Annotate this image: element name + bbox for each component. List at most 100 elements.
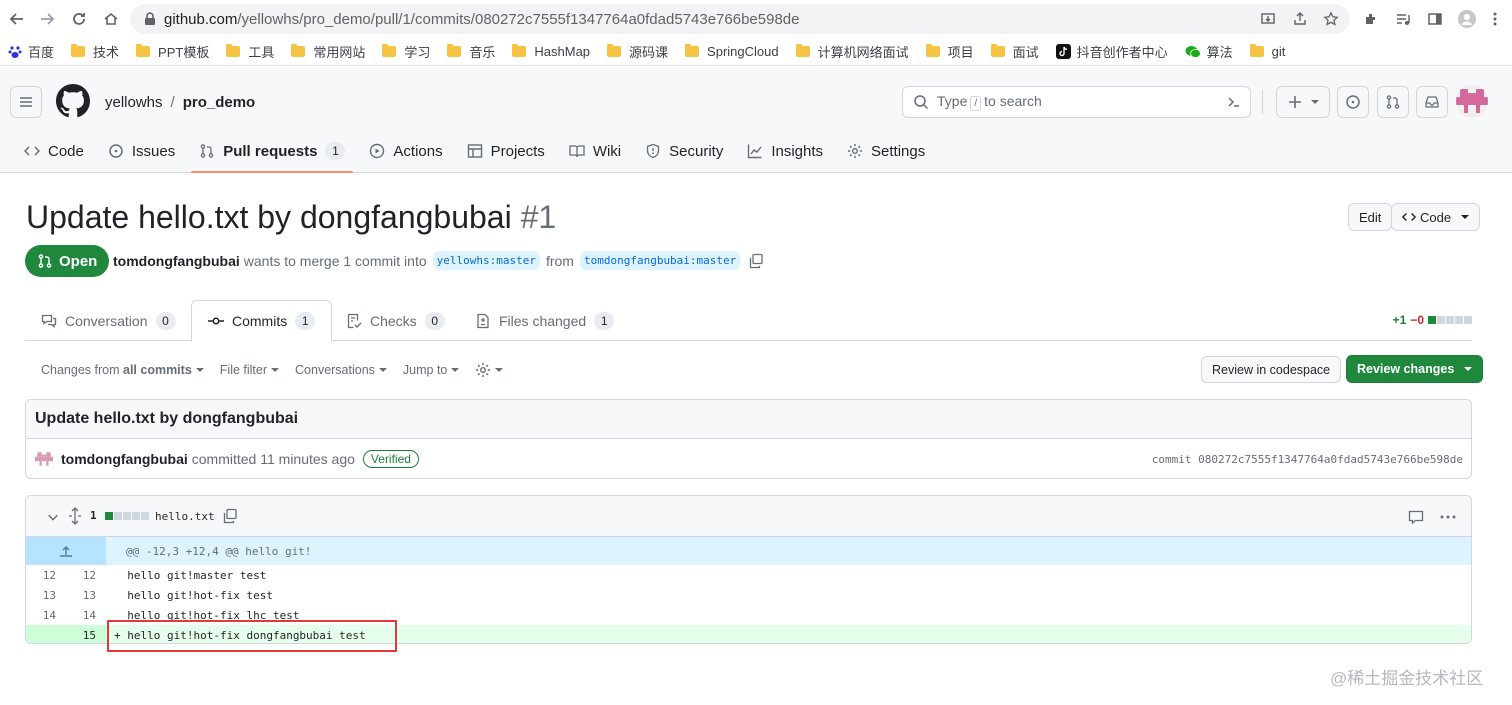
unfold-icon[interactable] <box>67 507 83 525</box>
inbox-button[interactable] <box>1416 86 1448 118</box>
conversations-dropdown[interactable]: Conversations <box>295 363 387 377</box>
issues-button[interactable] <box>1337 86 1369 118</box>
bookmark-folder[interactable]: 学习 <box>382 42 430 61</box>
tab-commits[interactable]: Commits 1 <box>191 300 333 342</box>
command-palette-icon[interactable] <box>1226 94 1242 110</box>
tab-label: Projects <box>490 142 545 160</box>
diff-line: 14 14 hello git!hot-fix lhc test <box>26 605 1471 625</box>
kebab-horizontal-icon[interactable] <box>1439 509 1457 525</box>
copy-icon[interactable] <box>222 508 238 524</box>
head-branch-link[interactable]: tomdongfangbubai:master <box>579 251 741 270</box>
tab-label: Insights <box>771 142 824 160</box>
search-input[interactable]: Type / to search <box>902 86 1251 118</box>
breadcrumb-separator: / <box>170 94 175 111</box>
bookmark-folder[interactable]: PPT模板 <box>136 42 209 61</box>
repo-name-link[interactable]: pro_demo <box>183 94 256 111</box>
review-in-codespace-button[interactable]: Review in codespace <box>1201 356 1342 383</box>
hamburger-menu-button[interactable] <box>10 86 42 118</box>
folder-icon <box>685 44 700 57</box>
bookmark-label: 工具 <box>248 45 275 60</box>
commit-author-link[interactable]: tomdongfangbubai <box>61 451 188 467</box>
tab-pull-requests[interactable]: Pull requests 1 <box>191 131 354 173</box>
chevron-down-icon[interactable] <box>46 510 60 524</box>
bookmark-algorithm[interactable]: 算法 <box>1185 42 1233 61</box>
pr-author-link[interactable]: tomdongfangbubai <box>113 253 240 269</box>
tab-wiki[interactable]: Wiki <box>561 131 629 171</box>
menu-dots-icon[interactable] <box>1484 8 1506 30</box>
diff-toolbar: Changes from all commits File filter Con… <box>41 362 519 378</box>
tab-security[interactable]: Security <box>637 131 731 171</box>
install-icon[interactable] <box>1257 8 1279 30</box>
bookmark-folder[interactable]: 计算机网络面试 <box>795 42 909 61</box>
code-icon <box>24 143 40 159</box>
code-dropdown-button[interactable]: Code <box>1391 203 1481 231</box>
old-line-number[interactable]: 12 <box>26 565 66 585</box>
tab-projects[interactable]: Projects <box>459 131 553 171</box>
media-icon[interactable] <box>1392 8 1414 30</box>
bookmark-folder[interactable]: 技术 <box>71 42 119 61</box>
diff-settings-dropdown[interactable] <box>475 362 504 378</box>
base-branch-link[interactable]: yellowhs:master <box>432 251 540 270</box>
old-line-number[interactable] <box>26 625 66 643</box>
bookmark-douyin[interactable]: 抖音创作者中心 <box>1055 42 1168 61</box>
tab-conversation[interactable]: Conversation 0 <box>25 300 192 341</box>
extensions-icon[interactable] <box>1360 8 1382 30</box>
star-icon[interactable] <box>1320 8 1342 30</box>
tab-issues[interactable]: Issues <box>100 131 183 171</box>
tab-checks[interactable]: Checks 0 <box>330 300 461 341</box>
bookmark-folder[interactable]: HashMap <box>512 44 590 59</box>
changes-from-dropdown[interactable]: Changes from all commits <box>41 363 204 377</box>
side-panel-icon[interactable] <box>1424 8 1446 30</box>
user-avatar[interactable] <box>1456 85 1488 117</box>
new-line-number[interactable]: 13 <box>66 585 106 605</box>
copy-icon[interactable] <box>748 253 764 269</box>
new-line-number[interactable]: 15 <box>66 625 106 643</box>
old-line-number[interactable]: 13 <box>26 585 66 605</box>
review-changes-label: Review changes <box>1357 362 1455 376</box>
tab-settings[interactable]: Settings <box>839 131 933 171</box>
diff-table: @@ -12,3 +12,4 @@ hello git! 12 12 hello… <box>26 537 1471 643</box>
diffstat: +1 −0 <box>1393 313 1472 327</box>
bookmark-folder[interactable]: 源码课 <box>607 42 668 61</box>
diff-line-text: hello git!master test <box>127 568 267 582</box>
bookmark-folder[interactable]: git <box>1249 44 1285 59</box>
comment-icon[interactable] <box>1408 509 1424 525</box>
bookmark-baidu[interactable]: 百度 <box>8 42 54 61</box>
bookmark-folder[interactable]: 面试 <box>990 42 1039 61</box>
tab-code[interactable]: Code <box>16 131 92 171</box>
file-name-link[interactable]: hello.txt <box>155 510 215 523</box>
bookmark-folder[interactable]: 常用网站 <box>291 42 365 61</box>
create-new-button[interactable] <box>1276 86 1330 118</box>
tab-files-changed[interactable]: Files changed 1 <box>459 300 630 341</box>
profile-icon[interactable] <box>1456 8 1478 30</box>
table-icon <box>467 143 483 159</box>
breadcrumb: yellowhs / pro_demo <box>105 94 255 111</box>
forward-icon[interactable] <box>36 8 58 30</box>
bookmark-folder[interactable]: 音乐 <box>447 42 495 61</box>
pull-requests-button[interactable] <box>1377 86 1409 118</box>
url-field[interactable]: github.com/yellowhs/pro_demo/pull/1/comm… <box>130 4 1350 34</box>
file-filter-dropdown[interactable]: File filter <box>220 363 280 377</box>
new-line-number[interactable]: 12 <box>66 565 106 585</box>
back-icon[interactable] <box>6 8 28 30</box>
new-line-number[interactable]: 14 <box>66 605 106 625</box>
bookmarks-bar: 百度 技术 PPT模板 工具 常用网站 学习 音乐 HashMap 源码课 Sp… <box>0 38 1512 66</box>
commit-sha[interactable]: commit 080272c7555f1347764a0fdad5743e766… <box>1152 453 1463 466</box>
tab-insights[interactable]: Insights <box>739 131 831 171</box>
bookmark-folder[interactable]: 工具 <box>226 42 274 61</box>
home-icon[interactable] <box>100 8 122 30</box>
reload-icon[interactable] <box>68 8 90 30</box>
github-logo-icon[interactable] <box>56 84 90 118</box>
jump-to-dropdown[interactable]: Jump to <box>403 363 460 377</box>
repo-owner-link[interactable]: yellowhs <box>105 94 163 111</box>
expand-up-icon[interactable] <box>26 537 106 565</box>
share-icon[interactable] <box>1289 8 1311 30</box>
bookmark-folder[interactable]: 项目 <box>925 42 974 61</box>
author-avatar[interactable] <box>35 450 53 468</box>
tab-actions[interactable]: Actions <box>361 131 450 171</box>
review-changes-button[interactable]: Review changes <box>1346 355 1484 383</box>
verified-badge[interactable]: Verified <box>362 450 419 468</box>
old-line-number[interactable]: 14 <box>26 605 66 625</box>
bookmark-folder[interactable]: SpringCloud <box>685 44 779 59</box>
edit-button[interactable]: Edit <box>1348 203 1393 231</box>
